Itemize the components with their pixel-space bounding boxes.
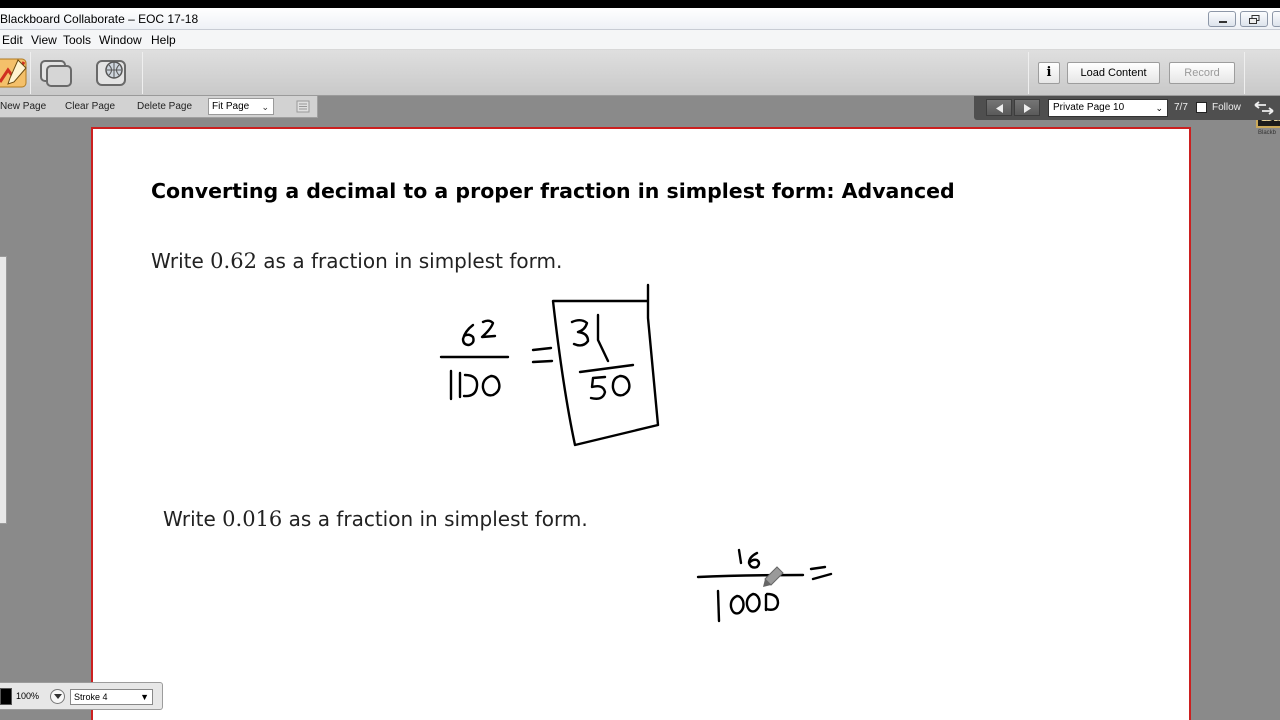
page-navigation-bar: Private Page 10 ⌄ 7/7 Follow [974,96,1280,120]
menu-window[interactable]: Window [99,33,142,47]
close-button[interactable] [1272,11,1280,27]
page-list-icon[interactable] [294,100,310,113]
web-tour-icon[interactable] [94,56,130,90]
current-page-value: Private Page 10 [1053,102,1125,113]
handwritten-ink-layer [439,283,833,623]
page-count: 7/7 [1174,102,1188,113]
next-page-button[interactable] [1014,99,1040,116]
toolbar-separator [142,52,143,94]
whiteboard-subtoolbar: New Page Clear Page Delete Page Fit Page… [0,96,318,118]
load-content-button[interactable]: Load Content [1067,62,1160,84]
toolbar-separator [1028,52,1029,94]
chevron-down-icon [54,694,62,699]
delete-page-link[interactable]: Delete Page [137,101,192,112]
stroke-width-value: Stroke 4 [74,692,108,702]
triangle-right-icon [1024,104,1031,113]
ink-fraction-16-over-1000 [696,548,805,623]
stroke-width-dropdown[interactable]: Stroke 4 ▼ [70,689,153,705]
menu-view[interactable]: View [31,33,57,47]
clear-page-link[interactable]: Clear Page [65,101,115,112]
restore-icon [1249,15,1260,24]
ink-fraction-62-over-100 [439,319,510,401]
zoom-value: 100% [16,691,40,701]
whiteboard-canvas[interactable]: Converting a decimal to a proper fractio… [91,127,1191,720]
page-select-dropdown[interactable]: Private Page 10 ⌄ [1048,99,1168,117]
sync-arrows-icon[interactable] [1254,101,1274,115]
menu-tools[interactable]: Tools [63,33,91,47]
toolbar-separator [1244,52,1245,94]
info-button[interactable]: i [1038,62,1060,84]
logo-caption: Blackb [1258,130,1277,136]
zoom-dropdown-button[interactable] [50,689,65,704]
restore-button[interactable] [1240,11,1268,27]
side-panel-edge[interactable] [0,256,7,524]
previous-page-button[interactable] [986,99,1012,116]
ink-equals-sign [531,346,554,364]
menu-help[interactable]: Help [151,33,176,47]
chevron-down-icon: ⌄ [261,102,269,112]
minimize-button[interactable] [1208,11,1236,27]
menu-bar: Edit View Tools Window Help [0,30,1280,50]
triangle-left-icon [996,104,1003,113]
color-swatch[interactable] [0,688,12,705]
drawing-options-bar: 100% Stroke 4 ▼ [0,682,163,710]
pen-cursor-icon [763,566,784,587]
screen-top-edge [0,0,1280,8]
ink-equals-sign-2 [809,565,833,581]
info-icon: i [1046,65,1052,80]
window-title: Blackboard Collaborate – EOC 17-18 [0,12,199,26]
chevron-down-icon: ⌄ [1155,103,1163,113]
record-button[interactable]: Record [1169,62,1235,84]
fit-page-value: Fit Page [212,101,250,112]
fit-page-dropdown[interactable]: Fit Page ⌄ [208,98,274,115]
triangle-down-icon: ▼ [140,692,149,702]
follow-checkbox[interactable] [1196,102,1207,113]
ink-boxed-answer-31-over-50 [551,283,660,447]
minimize-icon [1219,21,1227,23]
main-toolbar: i Load Content Record Bb Blackb [0,50,1280,136]
new-page-link[interactable]: New Page [0,101,46,112]
whiteboard-pen-icon[interactable] [0,56,30,90]
menu-edit[interactable]: Edit [2,33,23,47]
follow-label: Follow [1212,102,1241,113]
title-bar: Blackboard Collaborate – EOC 17-18 [0,8,1280,30]
toolbar-separator [30,52,31,94]
app-share-icon[interactable] [38,56,74,90]
